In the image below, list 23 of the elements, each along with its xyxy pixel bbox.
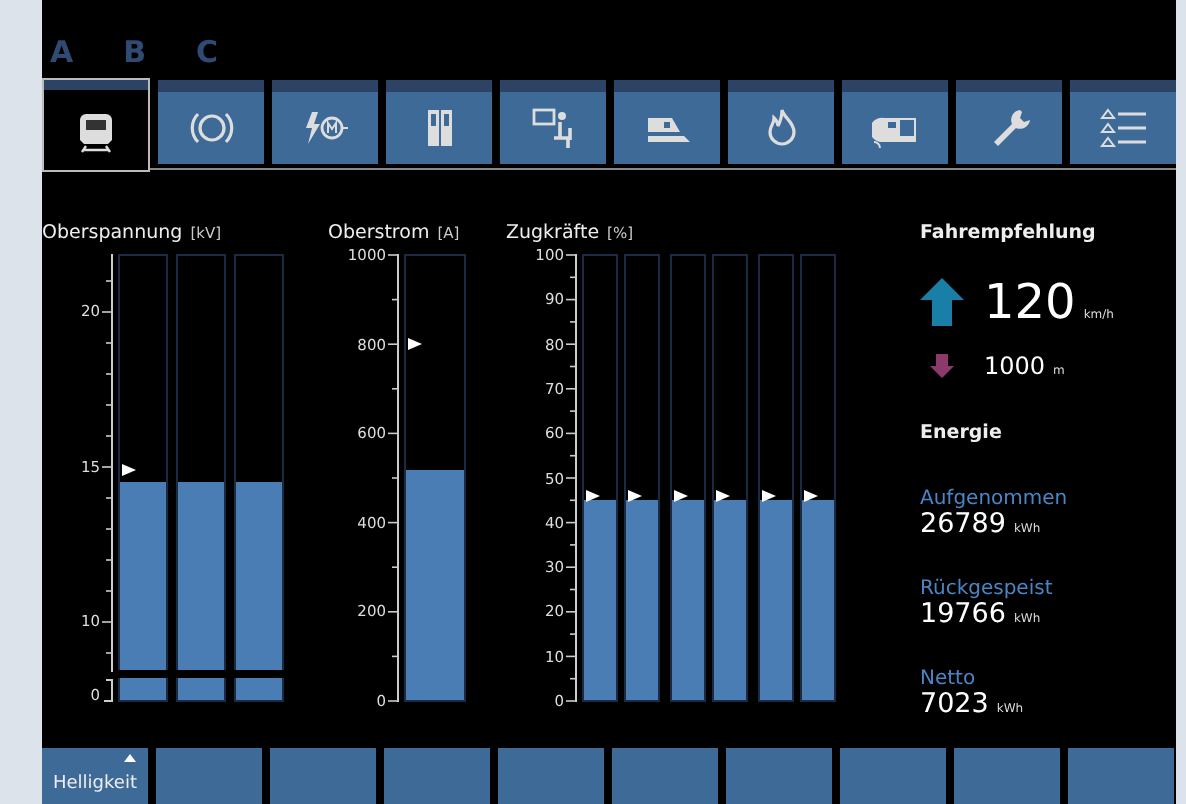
panel-title: Energie [920, 422, 1004, 448]
menu-tab[interactable] [500, 80, 606, 164]
caret-icon [124, 754, 136, 762]
menu-tab[interactable] [1070, 80, 1176, 164]
menu-tab[interactable] [386, 80, 492, 164]
menu-tab[interactable] [842, 80, 948, 164]
up-arrow-icon [920, 278, 964, 326]
section-letter: C [196, 34, 219, 74]
list-icon [1099, 106, 1147, 150]
menu-tab[interactable] [956, 80, 1062, 164]
soft-key[interactable]: Helligkeit [42, 748, 148, 804]
energy-label: Rückgespeist [920, 578, 1055, 600]
menu-tab[interactable] [42, 78, 150, 172]
menu-tab[interactable] [728, 80, 834, 164]
section-letter: B [123, 34, 147, 74]
energy-label: Netto [920, 668, 978, 690]
menu-tab[interactable] [158, 80, 264, 164]
energy-label: Aufgenommen [920, 488, 1070, 510]
menu-tab[interactable] [614, 80, 720, 164]
menu-tab[interactable] [272, 80, 378, 164]
panel-title: Fahrempfehlung [920, 222, 1098, 248]
section-letter: A [50, 34, 74, 74]
passenger-seat-icon [529, 106, 577, 150]
